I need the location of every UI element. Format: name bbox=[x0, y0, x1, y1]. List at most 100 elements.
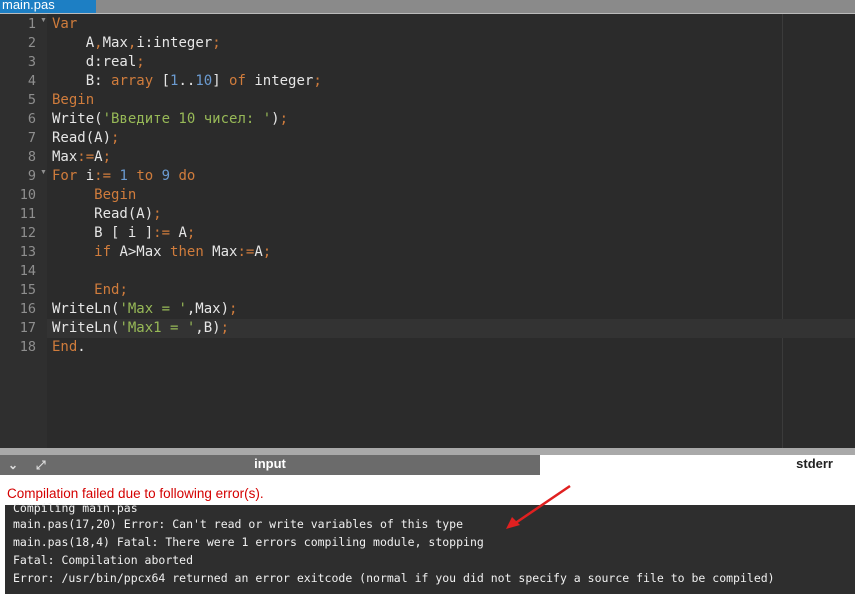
code-line[interactable]: B [ i ]:= A; bbox=[47, 224, 855, 243]
code-token: Max bbox=[203, 244, 238, 260]
tab-input-label: input bbox=[254, 456, 286, 471]
expand-icon[interactable]: ⤢ bbox=[36, 455, 46, 475]
code-line[interactable]: Var bbox=[47, 15, 855, 34]
code-line[interactable]: WriteLn('Max1 = ',B); bbox=[47, 319, 855, 338]
code-line[interactable]: End; bbox=[47, 281, 855, 300]
code-line[interactable] bbox=[47, 262, 855, 281]
line-number: 10 bbox=[19, 187, 36, 203]
code-token: Max bbox=[102, 35, 128, 51]
code-line[interactable]: For i:= 1 to 9 do bbox=[47, 167, 855, 186]
code-line[interactable]: WriteLn('Max = ',Max); bbox=[47, 300, 855, 319]
code-token: ; bbox=[102, 149, 112, 165]
code-token: Max bbox=[52, 149, 78, 165]
code-token: i:integer bbox=[136, 35, 213, 51]
console-line: Fatal: Compilation aborted bbox=[13, 553, 194, 567]
console-line: main.pas(17,20) Error: Can't read or wri… bbox=[13, 517, 464, 531]
code-token: if bbox=[94, 244, 112, 260]
code-token: WriteLn( bbox=[52, 301, 120, 317]
code-line[interactable]: Begin bbox=[47, 91, 855, 110]
code-token: Write( bbox=[52, 111, 103, 127]
fold-arrow-icon[interactable]: ▼ bbox=[40, 169, 47, 176]
line-number: 16 bbox=[19, 301, 36, 317]
code-line[interactable]: Read(A); bbox=[47, 205, 855, 224]
code-line[interactable]: d:real; bbox=[47, 53, 855, 72]
code-token: .. bbox=[178, 73, 196, 89]
chevron-down-icon[interactable]: ⌄ bbox=[8, 455, 18, 475]
code-line[interactable]: End. bbox=[47, 338, 855, 357]
line-number: 12 bbox=[19, 225, 36, 241]
compiler-output: Compiling main.pas main.pas(17,20) Error:… bbox=[5, 501, 855, 594]
code-token: 9 bbox=[161, 168, 171, 184]
line-number: 3 bbox=[27, 54, 36, 70]
code-token: ] bbox=[212, 73, 230, 89]
line-number: 18 bbox=[19, 339, 36, 355]
panel-resize-handle[interactable] bbox=[0, 448, 855, 455]
code-token: ; bbox=[229, 301, 238, 317]
code-token: to bbox=[136, 168, 154, 184]
code-token: For bbox=[52, 168, 78, 184]
code-token: ; bbox=[212, 35, 221, 51]
tab-stderr[interactable]: stderr bbox=[540, 455, 855, 475]
code-token: 'Max = ' bbox=[119, 301, 187, 317]
line-number: 14 bbox=[19, 263, 36, 279]
code-token: integer bbox=[245, 73, 314, 89]
code-line[interactable]: Begin bbox=[47, 186, 855, 205]
code-token: array bbox=[111, 73, 154, 89]
code-token: ; bbox=[262, 244, 272, 260]
line-number: 8 bbox=[27, 149, 36, 165]
code-token: Read(A) bbox=[52, 130, 112, 146]
io-panel-header: ⌄ ⤢ input stderr bbox=[0, 455, 855, 475]
console-line: Error: /usr/bin/ppcx64 returned an error… bbox=[13, 571, 775, 585]
red-arrow-annotation bbox=[506, 484, 571, 529]
line-number: 15 bbox=[19, 282, 36, 298]
code-token: := bbox=[77, 149, 95, 165]
code-token: i bbox=[77, 168, 95, 184]
line-number: 13 bbox=[19, 244, 36, 260]
fold-arrow-icon[interactable]: ▼ bbox=[40, 17, 47, 24]
code-token: Begin bbox=[94, 187, 137, 203]
code-token: End bbox=[52, 339, 78, 355]
console-line: Compiling main.pas bbox=[13, 501, 138, 515]
code-line[interactable]: A,Max,i:integer; bbox=[47, 34, 855, 53]
line-number: 2 bbox=[27, 35, 36, 51]
code-line[interactable]: if A>Max then Max:=A; bbox=[47, 243, 855, 262]
code-token: 10 bbox=[195, 73, 213, 89]
code-token: B: bbox=[52, 73, 112, 89]
code-token: of bbox=[229, 73, 246, 89]
tab-main-pas[interactable]: main.pas bbox=[0, 0, 96, 13]
code-token: := bbox=[237, 244, 255, 260]
code-token: A bbox=[254, 244, 263, 260]
code-line[interactable]: Write('Введите 10 чисел: '); bbox=[47, 110, 855, 129]
error-title: Compilation failed due to following erro… bbox=[7, 486, 264, 501]
line-number: 11 bbox=[19, 206, 36, 222]
code-line[interactable]: Read(A); bbox=[47, 129, 855, 148]
code-line[interactable]: Max:=A; bbox=[47, 148, 855, 167]
code-token: B [ i ] bbox=[52, 225, 154, 241]
line-number: 7 bbox=[27, 130, 36, 146]
code-token: := bbox=[153, 225, 171, 241]
code-token: do bbox=[178, 168, 196, 184]
line-number: 4 bbox=[27, 73, 36, 89]
code-token: , bbox=[94, 35, 103, 51]
code-token: ; bbox=[136, 54, 145, 70]
code-editor[interactable]: 1 ▼ 2 3 4 5 6 7 8 9 ▼ 10 11 12 13 14 15 16 17 18 Var A,Max,… bbox=[0, 14, 855, 448]
code-token: [ bbox=[153, 73, 171, 89]
code-token: := bbox=[94, 168, 112, 184]
code-token: ) bbox=[271, 111, 280, 127]
code-token: 'Max1 = ' bbox=[119, 320, 196, 336]
code-line[interactable]: B: array [1..10] of integer; bbox=[47, 72, 855, 91]
code-token: ; bbox=[153, 206, 162, 222]
code-token: A bbox=[170, 225, 187, 241]
code-token: ; bbox=[119, 282, 128, 298]
line-number: 5 bbox=[27, 92, 36, 108]
code-token: End bbox=[94, 282, 120, 298]
file-tab-bar: main.pas bbox=[0, 0, 855, 14]
code-token: then bbox=[170, 244, 204, 260]
code-token: ; bbox=[313, 73, 322, 89]
tab-input[interactable]: ⌄ ⤢ input bbox=[0, 455, 540, 475]
code-token: ; bbox=[186, 225, 196, 241]
